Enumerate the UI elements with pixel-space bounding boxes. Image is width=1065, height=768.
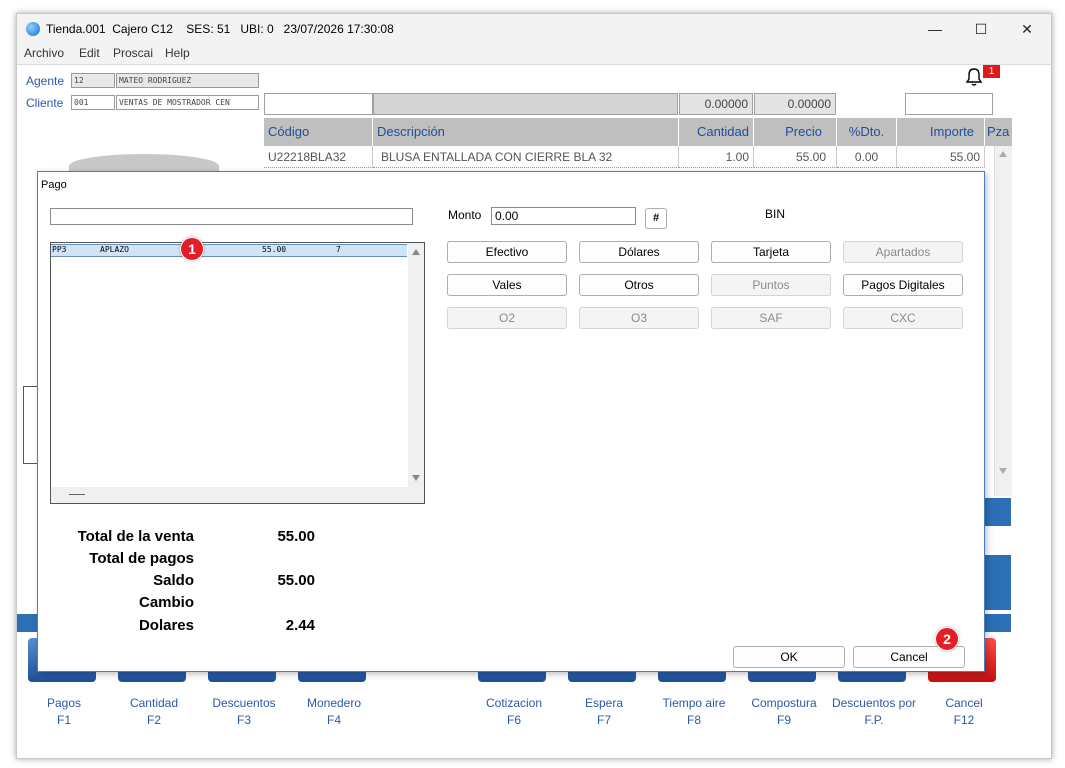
menu-edit[interactable]: Edit (79, 46, 100, 60)
column-header-descuento[interactable]: %Dto. (837, 118, 897, 146)
notification-count-badge: 1 (983, 65, 1000, 78)
cell-descripcion: BLUSA ENTALLADA CON CIERRE BLA 32 (373, 146, 679, 168)
hash-button[interactable]: # (645, 208, 667, 229)
dolares-button[interactable]: Dólares (579, 241, 699, 263)
column-header-precio[interactable]: Precio (754, 118, 837, 146)
saldo-value: 55.00 (277, 572, 315, 589)
payment-code: PP3 (52, 245, 67, 254)
fkey-label-descuentos: Descuentos F3 (212, 696, 276, 727)
cell-cantidad: 1.00 (679, 146, 754, 168)
app-globe-icon (26, 22, 40, 36)
title-bar: Tienda.001 Cajero C12 SES: 51 UBI: 0 23/… (17, 14, 1051, 44)
cell-codigo: U22218BLA32 (264, 146, 373, 168)
scroll-up-icon[interactable] (999, 151, 1007, 157)
cxc-button[interactable]: CXC (843, 307, 963, 329)
payment-name: APLAZO (100, 245, 129, 254)
bin-label: BIN (765, 207, 786, 221)
grid-scrollbar[interactable] (994, 146, 1012, 496)
menu-archivo[interactable]: Archivo (24, 46, 64, 60)
vales-button[interactable]: Vales (447, 274, 567, 296)
window-title: Tienda.001 Cajero C12 SES: 51 UBI: 0 23/… (46, 22, 394, 36)
total-venta-label: Total de la venta (77, 528, 194, 545)
menu-proscai[interactable]: Proscai (113, 46, 153, 60)
payment-search-input[interactable] (50, 208, 413, 225)
close-window-button[interactable]: ✕ (1007, 17, 1047, 41)
app-window: Tienda.001 Cajero C12 SES: 51 UBI: 0 23/… (16, 13, 1052, 759)
agente-label: Agente (26, 74, 65, 88)
payment-list-scrollbar[interactable] (408, 243, 424, 487)
column-header-codigo[interactable]: Código (264, 118, 373, 146)
monto-input[interactable]: 0.00 (491, 207, 636, 225)
total-quantity-field: 0.00000 (679, 93, 753, 115)
column-header-importe[interactable]: Importe (897, 118, 985, 146)
column-header-piezas[interactable]: Pza (985, 118, 1013, 146)
cell-importe: 55.00 (897, 146, 985, 168)
apartados-button[interactable]: Apartados (843, 241, 963, 263)
payment-list-row[interactable]: PP3 APLAZO 55.00 7 (51, 244, 407, 257)
payment-reference: 7 (336, 245, 341, 254)
description-display (373, 93, 678, 115)
otros-button[interactable]: Otros (579, 274, 699, 296)
total-price-field: 0.00000 (754, 93, 836, 115)
saldo-label: Saldo (153, 572, 194, 589)
fkey-label-espera: Espera F7 (584, 696, 624, 727)
cambio-label: Cambio (138, 594, 194, 611)
saf-button[interactable]: SAF (711, 307, 831, 329)
menu-bar: Archivo Edit Proscai Help (17, 44, 1051, 65)
scroll-down-icon[interactable] (999, 468, 1007, 474)
payment-list-hscrollbar[interactable] (51, 487, 424, 503)
marker-two-badge: 2 (935, 627, 959, 651)
list-scroll-down-icon[interactable] (412, 475, 420, 481)
total-venta-value: 55.00 (277, 528, 315, 545)
dialog-title: Pago (41, 179, 67, 191)
payment-amount: 55.00 (262, 245, 287, 254)
fkey-label-tiempo-aire: Tiempo aire F8 (662, 696, 726, 727)
menu-help[interactable]: Help (165, 46, 190, 60)
fkey-label-pagos: Pagos F1 (46, 696, 82, 727)
cell-precio: 55.00 (754, 146, 837, 168)
scan-input[interactable] (264, 93, 373, 115)
cliente-label: Cliente (26, 96, 64, 110)
fkey-label-cotizacion: Cotizacion F6 (485, 696, 543, 727)
hscroll-thumb[interactable] (69, 494, 85, 495)
ok-button[interactable]: OK (733, 646, 845, 668)
cliente-name-field[interactable]: VENTAS DE MOSTRADOR CEN (116, 95, 259, 110)
fkey-label-compostura: Compostura F9 (751, 696, 817, 727)
payment-dialog: Pago PP3 APLAZO 55.00 7 1 Monto 0.00 # B… (37, 171, 985, 672)
side-panel-display (981, 555, 1011, 610)
cliente-code-field[interactable]: 001 (71, 95, 115, 110)
puntos-button[interactable]: Puntos (711, 274, 831, 296)
dolares-value: 2.44 (285, 617, 315, 634)
pagos-digitales-button[interactable]: Pagos Digitales (843, 274, 963, 296)
maximize-button[interactable]: ☐ (961, 17, 1001, 41)
fkey-label-cantidad: Cantidad F2 (129, 696, 179, 727)
o2-button[interactable]: O2 (447, 307, 567, 329)
tarjeta-button[interactable]: Tarjeta (711, 241, 831, 263)
o3-button[interactable]: O3 (579, 307, 699, 329)
left-panel-fragment (23, 386, 38, 464)
total-pagos-label: Total de pagos (89, 550, 194, 567)
column-header-descripcion[interactable]: Descripción (373, 118, 679, 146)
fkey-label-monedero: Monedero F4 (306, 696, 362, 727)
agente-name-field[interactable]: MATEO RODRIGUEZ (116, 73, 259, 88)
cell-descuento: 0.00 (837, 146, 897, 168)
payment-list[interactable]: PP3 APLAZO 55.00 7 (50, 242, 425, 504)
extra-input[interactable] (905, 93, 993, 115)
marker-one-badge: 1 (180, 237, 204, 261)
efectivo-button[interactable]: Efectivo (447, 241, 567, 263)
fkey-label-descuentos-fp: Descuentos por F.P. (831, 696, 917, 727)
column-header-cantidad[interactable]: Cantidad (679, 118, 754, 146)
side-panel-strip (981, 498, 1011, 526)
monto-label: Monto (448, 208, 482, 222)
list-scroll-up-icon[interactable] (412, 249, 420, 255)
minimize-button[interactable]: — (915, 17, 955, 41)
dolares-label: Dolares (138, 617, 194, 634)
fkey-label-cancel: Cancel F12 (945, 696, 983, 727)
agente-code-field[interactable]: 12 (71, 73, 115, 88)
